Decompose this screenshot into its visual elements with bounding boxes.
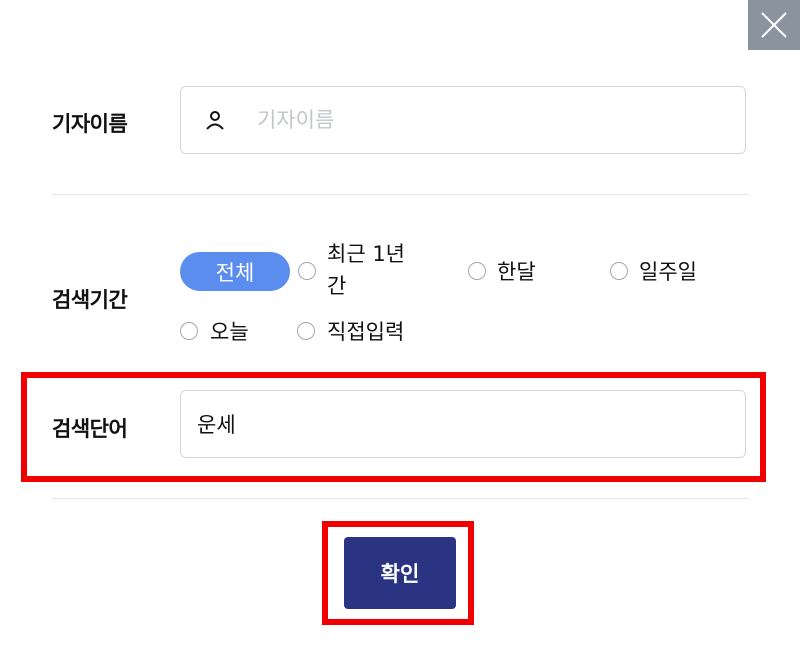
period-option-label: 일주일 <box>639 260 697 284</box>
period-option-label: 직접입력 <box>327 320 405 344</box>
period-option-label: 최근 1년 <box>327 242 405 266</box>
radio-circle[interactable] <box>468 262 486 280</box>
radio-circle[interactable] <box>298 262 316 280</box>
divider <box>52 498 749 499</box>
period-option-all-label: 전체 <box>215 260 255 285</box>
period-label: 검색기간 <box>52 288 128 312</box>
keyword-input-value: 운세 <box>197 413 236 437</box>
reporter-input[interactable] <box>257 108 697 132</box>
reporter-label: 기자이름 <box>52 112 128 136</box>
period-option-all[interactable]: 전체 <box>180 252 290 291</box>
close-button[interactable] <box>748 0 800 50</box>
radio-circle[interactable] <box>297 322 315 340</box>
close-icon <box>761 12 787 38</box>
divider <box>52 194 749 195</box>
period-option-label: 한달 <box>497 260 536 284</box>
keyword-label: 검색단어 <box>52 417 128 441</box>
person-icon <box>206 111 224 130</box>
confirm-button[interactable]: 확인 <box>344 537 456 609</box>
search-dialog: 기자이름 검색기간 전체 최근 1년 간 한달 일주일 오늘 직접입력 검색단 <box>0 0 800 651</box>
period-option-label: 오늘 <box>210 320 249 344</box>
keyword-field[interactable]: 운세 <box>180 390 746 458</box>
period-option-label-cont: 간 <box>327 274 347 298</box>
reporter-field[interactable] <box>180 86 746 154</box>
radio-circle[interactable] <box>180 322 198 340</box>
confirm-button-label: 확인 <box>380 562 420 586</box>
radio-circle[interactable] <box>610 262 628 280</box>
